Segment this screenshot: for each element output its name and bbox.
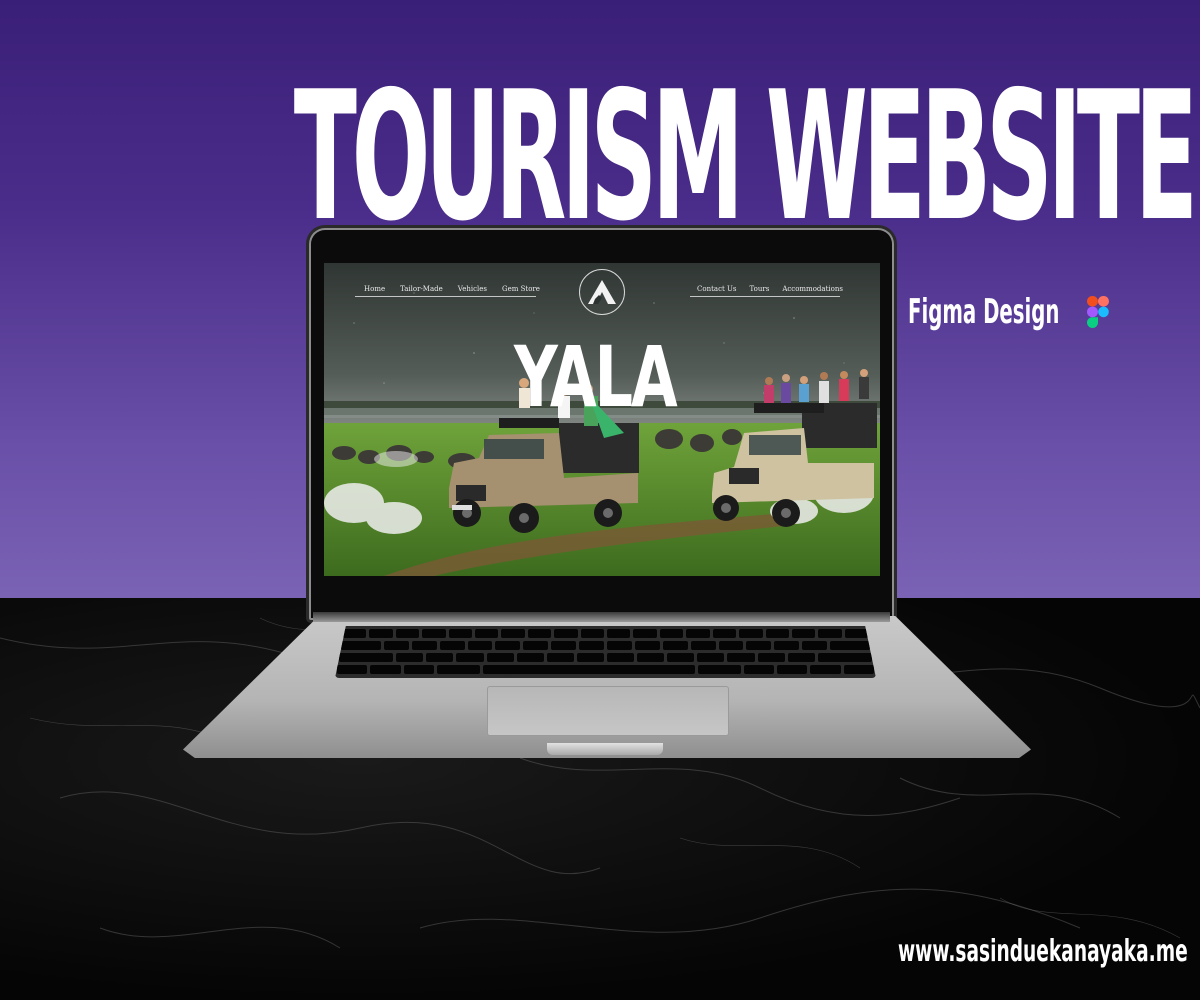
figma-icon: [1087, 296, 1109, 328]
page-headline: TOURISM WEBSITE: [293, 53, 1198, 260]
nav-right-links: Contact Us Tours Accommodations: [697, 285, 843, 293]
laptop-keyboard: [335, 626, 876, 678]
figma-badge: Figma Design: [908, 292, 1109, 332]
nav-link-gem-store[interactable]: Gem Store: [502, 285, 540, 293]
key-row: [339, 653, 872, 662]
laptop-hinge: [313, 612, 890, 622]
nav-link-home[interactable]: Home: [364, 285, 385, 293]
nav-link-tailor-made[interactable]: Tailor-Made: [400, 285, 443, 293]
nav-link-contact-us[interactable]: Contact Us: [697, 285, 737, 293]
nav-divider-right: [690, 296, 840, 297]
key-row: [341, 641, 870, 650]
hero-title: YALA: [514, 328, 678, 426]
key-row: [343, 629, 869, 638]
nav-link-vehicles[interactable]: Vehicles: [458, 285, 487, 293]
website-nav: Home Tailor-Made Vehicles Gem Store Cont…: [324, 263, 880, 318]
laptop-trackpad: [487, 686, 729, 736]
nav-left-links: Home Tailor-Made Vehicles Gem Store: [364, 285, 540, 293]
site-logo[interactable]: [579, 269, 625, 315]
laptop-notch: [547, 743, 663, 755]
footer-url[interactable]: www.sasinduekanayaka.me: [898, 934, 1188, 969]
nav-link-accommodations[interactable]: Accommodations: [782, 285, 843, 293]
key-row: [337, 665, 875, 674]
nav-divider-left: [355, 296, 536, 297]
figma-badge-label: Figma Design: [908, 292, 1060, 332]
laptop-screen: YALA Home Tailor-Made Vehicles Gem Store…: [324, 263, 880, 576]
mountain-a-logo: [588, 280, 616, 304]
nav-link-tours[interactable]: Tours: [750, 285, 770, 293]
